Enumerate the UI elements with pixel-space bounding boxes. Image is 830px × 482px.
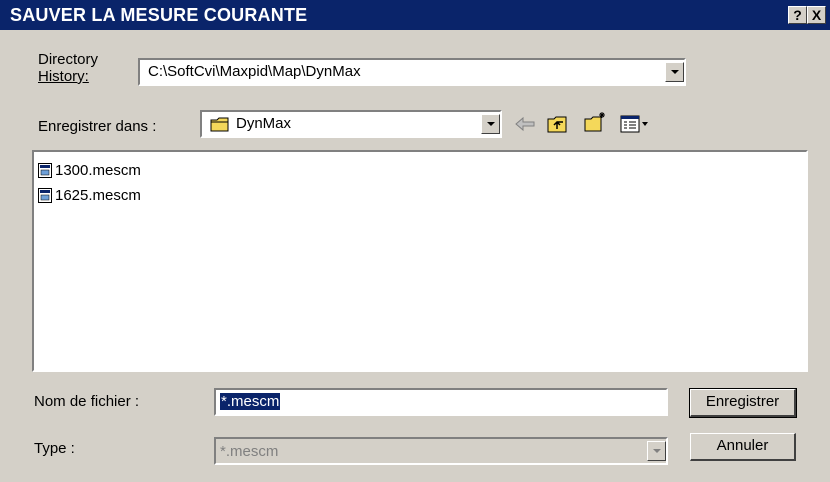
up-folder-icon[interactable]: [546, 112, 570, 136]
directory-history-dropdown-button[interactable]: [665, 62, 684, 82]
folder-icon: [210, 117, 229, 132]
file-icon: [38, 162, 52, 178]
filename-input[interactable]: *.mescm: [214, 388, 668, 416]
list-item[interactable]: 1300.mescm: [38, 160, 141, 180]
new-folder-icon[interactable]: [583, 110, 607, 134]
cancel-button[interactable]: Annuler: [690, 433, 796, 461]
directory-history-label: Directory History:: [38, 51, 98, 85]
save-in-label: Enregistrer dans :: [38, 118, 157, 135]
save-in-combo[interactable]: DynMax: [200, 110, 502, 138]
directory-history-label-line1: Directory: [38, 51, 99, 68]
file-name: 1625.mescm: [55, 186, 141, 204]
directory-history-combo[interactable]: C:\SoftCvi\Maxpid\Map\DynMax: [138, 58, 686, 86]
file-icon: [38, 187, 52, 203]
filename-value: *.mescm: [220, 393, 281, 410]
file-name: 1300.mescm: [55, 161, 141, 179]
save-in-dropdown-button[interactable]: [481, 114, 500, 134]
filetype-dropdown-button[interactable]: [647, 441, 666, 461]
save-button[interactable]: Enregistrer: [689, 388, 797, 418]
help-button[interactable]: ?: [788, 6, 807, 24]
list-item[interactable]: 1625.mescm: [38, 185, 141, 205]
save-in-value: DynMax: [236, 115, 292, 132]
back-arrow-icon[interactable]: [513, 112, 537, 136]
file-list[interactable]: 1300.mescm 1625.mescm: [32, 150, 808, 372]
title-bar[interactable]: SAUVER LA MESURE COURANTE ? X: [0, 0, 830, 30]
save-dialog: SAUVER LA MESURE COURANTE ? X Directory …: [0, 0, 830, 482]
dialog-title: SAUVER LA MESURE COURANTE: [10, 5, 308, 25]
view-menu-icon[interactable]: [619, 112, 651, 136]
close-button[interactable]: X: [807, 6, 826, 24]
filetype-combo[interactable]: *.mescm: [214, 437, 668, 465]
directory-history-value: C:\SoftCvi\Maxpid\Map\DynMax: [148, 63, 361, 80]
filetype-label: Type :: [34, 440, 75, 457]
directory-history-label-line2: History:: [38, 68, 89, 85]
filename-label: Nom de fichier :: [34, 393, 140, 410]
filetype-value: *.mescm: [220, 443, 279, 460]
